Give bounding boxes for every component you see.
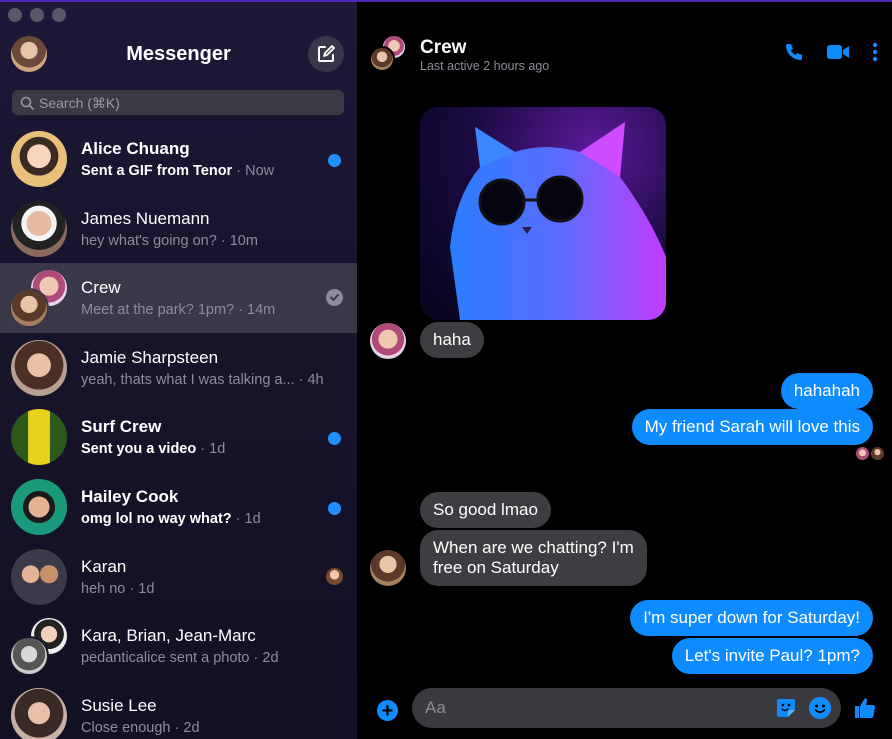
cat-image (450, 122, 666, 320)
conversation-name: Hailey Cook (81, 486, 179, 506)
conversation-row[interactable]: James Nuemann hey what's going on? · 10m (0, 194, 357, 264)
conversation-name: Susie Lee (81, 695, 157, 715)
conversation-name: James Nuemann (81, 208, 210, 228)
conversation-row[interactable]: Hailey Cook omg lol no way what? · 1d (0, 472, 357, 542)
avatar (11, 339, 67, 396)
window-controls (8, 8, 66, 22)
unread-dot (328, 501, 341, 515)
message-bubble-incoming[interactable]: So good lmao (420, 492, 551, 528)
conversation-row[interactable]: Jamie Sharpsteen yeah, thats what I was … (0, 333, 357, 403)
message-input-container[interactable] (412, 688, 841, 728)
chat-header: Crew Last active 2 hours ago (357, 2, 892, 82)
chat-pane: Crew Last active 2 hours ago haha hahaha… (357, 2, 892, 739)
group-avatar (9, 616, 69, 677)
check-icon (326, 289, 343, 307)
message-bubble-outgoing[interactable]: My friend Sarah will love this (631, 409, 873, 445)
conversation-preview: heh no · 1d (81, 580, 155, 597)
unread-dot (328, 432, 341, 446)
chat-title[interactable]: Crew (420, 37, 466, 59)
sidebar-header: Messenger (0, 36, 357, 76)
compose-icon (318, 45, 335, 62)
read-receipt-avatar (871, 447, 884, 460)
phone-icon[interactable] (784, 42, 804, 62)
conversation-preview: Sent you a video · 1d (81, 441, 226, 458)
sender-avatar[interactable] (370, 323, 406, 359)
read-receipt-avatar (856, 447, 869, 460)
last-active-status: Last active 2 hours ago (420, 59, 550, 73)
sticker-icon[interactable] (775, 697, 797, 719)
avatar (11, 131, 67, 187)
avatar (11, 409, 67, 466)
minimize-window-button[interactable] (30, 8, 44, 22)
conversation-preview: hey what's going on? · 10m (81, 232, 258, 249)
zoom-window-button[interactable] (52, 8, 66, 22)
conversation-preview: Sent a GIF from Tenor · Now (81, 163, 275, 179)
message-bubble-incoming[interactable]: haha (420, 322, 484, 358)
close-window-button[interactable] (8, 8, 22, 22)
group-avatar (9, 268, 69, 329)
conversation-row[interactable]: Crew Meet at the park? 1pm? · 14m (0, 263, 357, 333)
conversation-preview: yeah, thats what I was talking a... · 4h (81, 371, 324, 388)
avatar (11, 687, 67, 739)
shared-photo[interactable] (420, 107, 666, 320)
conversation-name: Surf Crew (81, 417, 162, 437)
group-avatar-secondary (369, 46, 395, 72)
avatar (11, 200, 67, 257)
more-icon[interactable] (872, 42, 878, 62)
plus-icon[interactable]: + (377, 700, 398, 721)
search-icon (20, 96, 34, 110)
search-input[interactable] (39, 94, 329, 111)
conversation-name: Jamie Sharpsteen (81, 347, 219, 367)
message-bubble-outgoing[interactable]: hahahah (780, 373, 873, 409)
unread-dot (328, 154, 341, 167)
conversation-row[interactable]: Surf Crew Sent you a video · 1d (0, 402, 357, 472)
chat-actions (784, 42, 878, 62)
conversation-preview: Close enough · 2d (81, 719, 200, 736)
avatar (11, 548, 67, 605)
message-bubble-outgoing[interactable]: I'm super down for Saturday! (630, 600, 873, 636)
message-bubble-outgoing[interactable]: Let's invite Paul? 1pm? (671, 638, 873, 674)
conversation-preview: pedanticalice sent a photo · 2d (81, 650, 279, 667)
video-icon[interactable] (826, 43, 850, 61)
conversation-preview: omg lol no way what? · 1d (81, 510, 261, 527)
conversation-row[interactable]: Kara, Brian, Jean-Marc pedanticalice sen… (0, 611, 357, 681)
message-input[interactable] (425, 698, 765, 718)
emoji-icon[interactable] (809, 697, 831, 719)
message-composer: + (357, 688, 892, 730)
conversation-name: Kara, Brian, Jean-Marc (81, 626, 256, 646)
conversation-name: Crew (81, 278, 121, 298)
message-bubble-incoming[interactable]: When are we chatting? I'm free on Saturd… (420, 530, 647, 586)
avatar (11, 478, 67, 535)
search-bar[interactable] (12, 90, 344, 115)
conversation-row[interactable]: Susie Lee Close enough · 2d (0, 681, 357, 739)
read-receipts (856, 447, 884, 460)
app-title: Messenger (126, 43, 231, 65)
seen-avatar (326, 567, 343, 585)
conversation-preview: Meet at the park? 1pm? · 14m (81, 302, 276, 319)
like-icon[interactable] (853, 696, 877, 720)
conversation-row[interactable]: Karan heh no · 1d (0, 542, 357, 612)
conversation-name: Karan (81, 556, 127, 576)
sender-avatar[interactable] (370, 550, 406, 586)
conversation-name: Alice Chuang (81, 139, 190, 158)
compose-button[interactable] (308, 36, 344, 72)
conversation-list: Alice Chuang Sent a GIF from Tenor · Now… (0, 124, 357, 739)
conversation-row[interactable]: Alice Chuang Sent a GIF from Tenor · Now (0, 124, 357, 194)
sidebar: Messenger Alice Chuang Sent a GIF from T… (0, 2, 357, 739)
